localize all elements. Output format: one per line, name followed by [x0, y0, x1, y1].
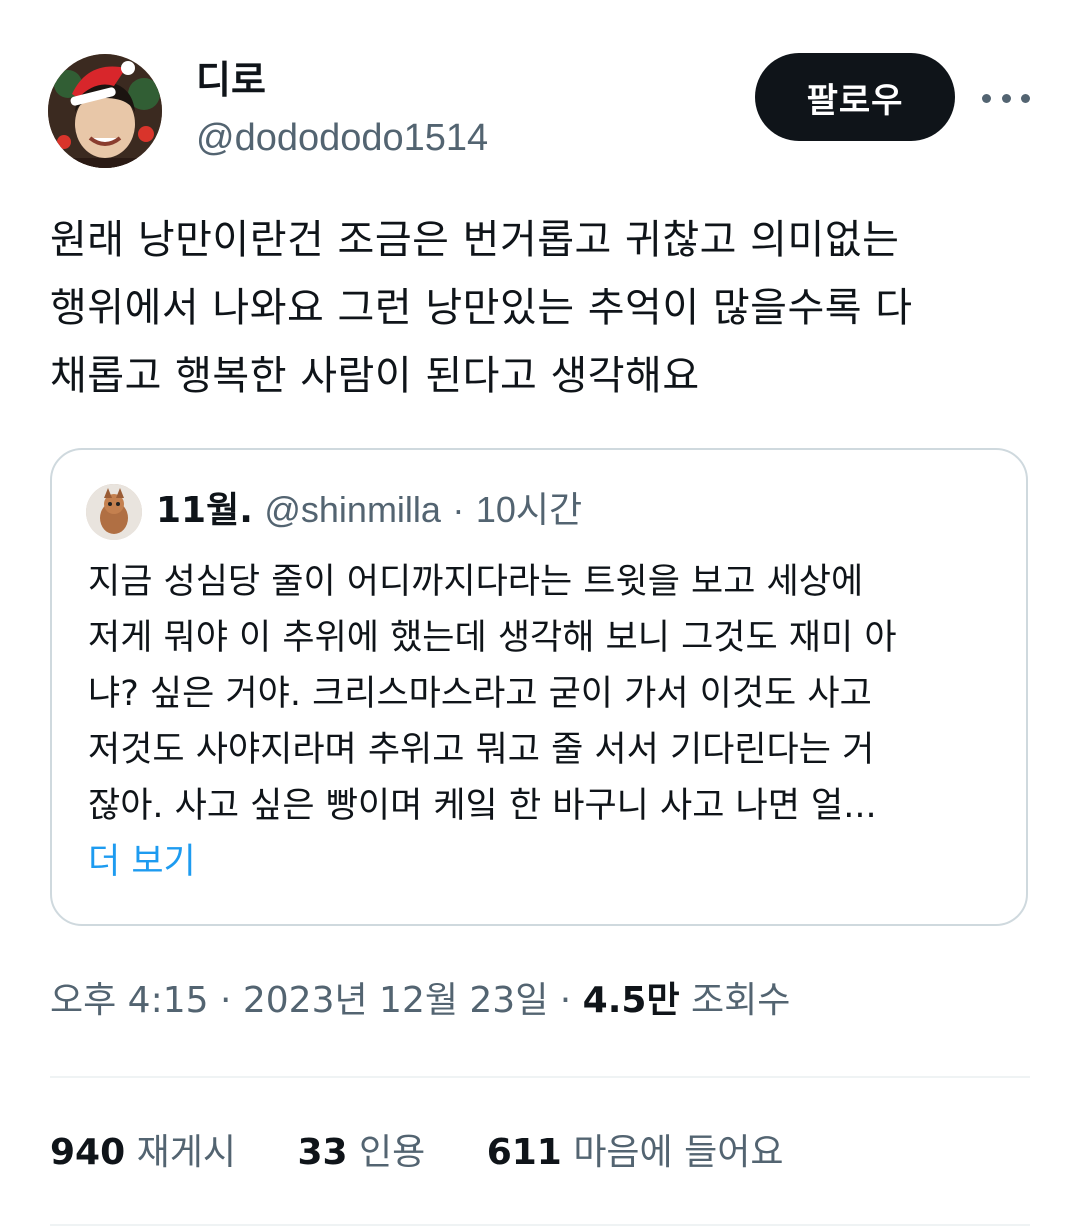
author-display-name[interactable]: 디로	[196, 56, 266, 104]
likes-label: 마음에 들어요	[573, 1132, 784, 1173]
retweets-stat[interactable]: 940 재게시	[50, 1126, 236, 1180]
more-dot	[1021, 93, 1030, 103]
quote-display-name[interactable]: 11월.	[156, 490, 253, 531]
follow-button[interactable]: 팔로우	[755, 53, 955, 141]
quote-author-avatar[interactable]	[86, 484, 142, 540]
quotes-count: 33	[297, 1132, 348, 1173]
tweet-text: 원래 낭만이란건 조금은 번거롭고 귀찮고 의미없는 행위에서 나와요 그런 낭…	[50, 206, 1040, 410]
divider	[50, 1076, 1030, 1078]
quote-time[interactable]: 10시간	[476, 489, 582, 530]
more-dot	[982, 93, 991, 103]
divider	[50, 1224, 1030, 1226]
more-horizontal-icon[interactable]	[982, 88, 1030, 108]
likes-count: 611	[486, 1132, 562, 1173]
timestamp-row: 오후 4:15 · 2023년 12월 23일 · 4.5만 조회수	[50, 976, 790, 1026]
show-more-link[interactable]: 더 보기	[88, 834, 1008, 890]
quote-text-line: 냐? 싶은 거야. 크리스마스라고 굳이 가서 이것도 사고	[88, 674, 872, 714]
quote-separator: ·	[452, 489, 465, 530]
tweet-text-line: 원래 낭만이란건 조금은 번거롭고 귀찮고 의미없는	[50, 217, 900, 263]
tweet-text-line: 행위에서 나와요 그런 낭만있는 추억이 많을수록 다	[50, 285, 913, 331]
retweets-label: 재게시	[136, 1132, 236, 1173]
tweet-timestamp[interactable]: 오후 4:15 · 2023년 12월 23일 ·	[50, 980, 583, 1021]
views-count: 4.5만	[582, 980, 680, 1021]
quote-tweet-card[interactable]: 11월. @shinmilla · 10시간 지금 성심당 줄이 어디까지다라는…	[50, 448, 1028, 926]
engagement-stats: 940 재게시 33 인용 611 마음에 들어요	[50, 1126, 833, 1180]
views-label: 조회수	[691, 980, 791, 1021]
quote-meta: 11월. @shinmilla · 10시간	[156, 486, 582, 535]
quote-handle[interactable]: @shinmilla	[264, 489, 441, 530]
retweets-count: 940	[50, 1132, 126, 1173]
quotes-stat[interactable]: 33 인용	[297, 1126, 425, 1180]
quote-text: 지금 성심당 줄이 어디까지다라는 트윗을 보고 세상에 저게 뭐야 이 추위에…	[88, 554, 1008, 890]
quote-text-line: 잖아. 사고 싶은 빵이며 케잌 한 바구니 사고 나면 얼...	[88, 786, 877, 826]
user-avatar	[48, 54, 162, 168]
likes-stat[interactable]: 611 마음에 들어요	[487, 1126, 784, 1180]
quote-text-line: 저게 뭐야 이 추위에 했는데 생각해 보니 그것도 재미 아	[88, 618, 897, 658]
user-avatar	[86, 484, 142, 540]
quotes-label: 인용	[359, 1132, 426, 1173]
author-handle[interactable]: @dodododo1514	[196, 114, 488, 162]
quote-text-line: 지금 성심당 줄이 어디까지다라는 트윗을 보고 세상에	[88, 562, 864, 602]
more-dot	[1001, 93, 1011, 103]
author-avatar[interactable]	[48, 54, 162, 168]
quote-text-line: 저것도 사야지라며 추위고 뭐고 줄 서서 기다린다는 거	[88, 730, 875, 770]
tweet-text-line: 채롭고 행복한 사람이 된다고 생각해요	[50, 353, 700, 399]
